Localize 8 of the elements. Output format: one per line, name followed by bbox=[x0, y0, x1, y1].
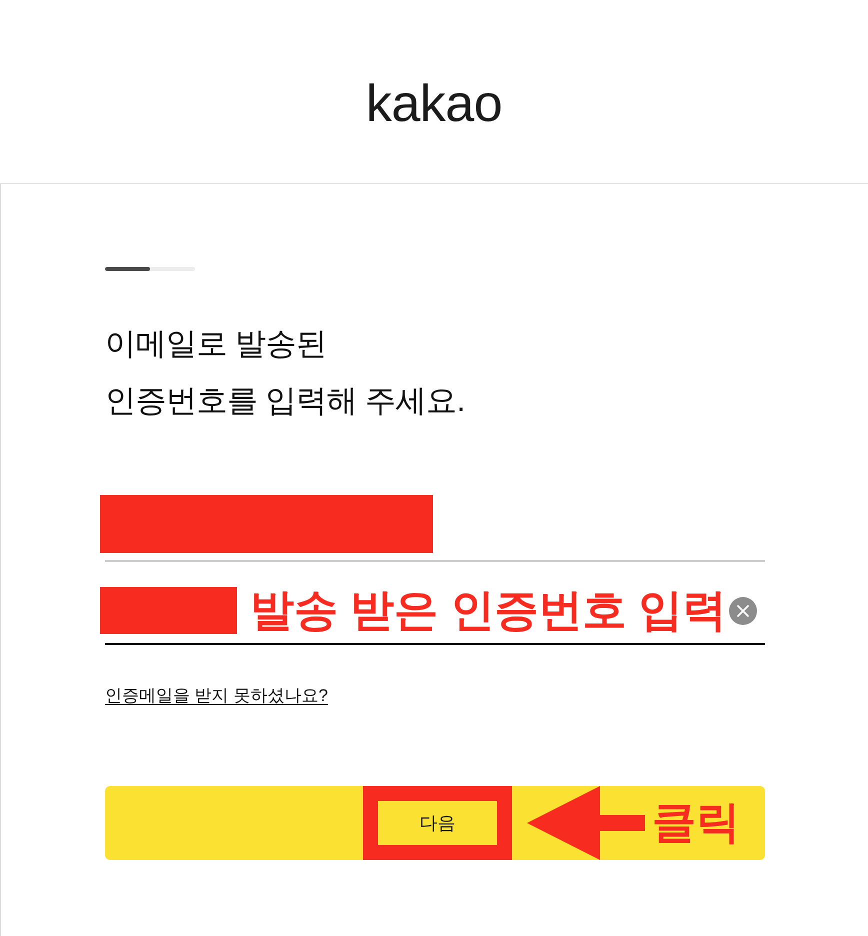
kakao-logo: kakao bbox=[366, 78, 502, 130]
annotation-text: 발송 받은 인증번호 입력 bbox=[250, 588, 727, 632]
annotation-text: 클릭 bbox=[652, 801, 740, 845]
help-link[interactable]: 인증메일을 받지 못하셨나요? bbox=[105, 684, 328, 707]
clear-icon[interactable] bbox=[729, 596, 757, 624]
next-button[interactable]: 다음 클릭 bbox=[105, 786, 765, 860]
code-input-field[interactable]: 발송 받은 인증번호 입력 bbox=[105, 562, 765, 645]
page-heading: 이메일로 발송된 인증번호를 입력해 주세요. bbox=[105, 325, 466, 420]
